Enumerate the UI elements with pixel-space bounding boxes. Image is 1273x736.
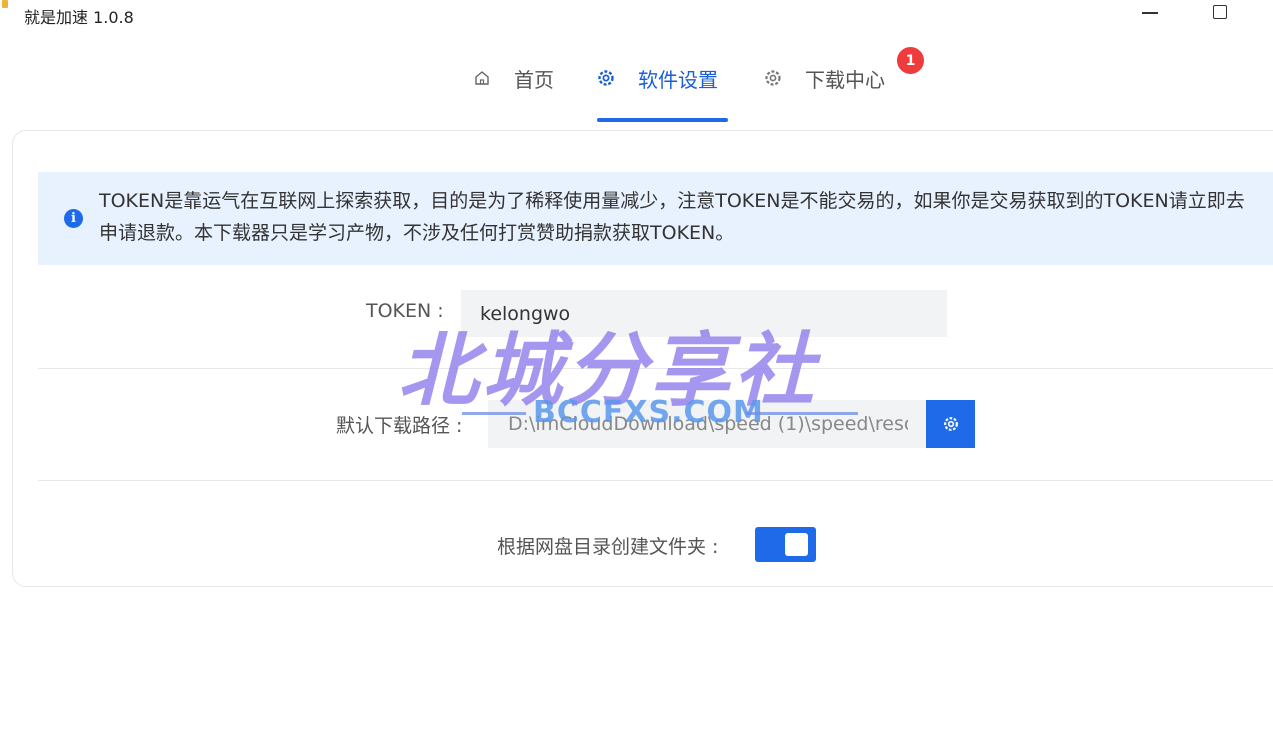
tab-label: 首页 bbox=[514, 68, 554, 92]
tab-label: 软件设置 bbox=[638, 68, 718, 92]
tab-settings[interactable]: 软件设置 bbox=[596, 58, 718, 124]
tab-bar: 首页 软件设置 下载中心 bbox=[0, 58, 1273, 124]
tab-label: 下载中心 bbox=[805, 68, 885, 92]
divider bbox=[38, 480, 1273, 481]
toggle-knob bbox=[785, 533, 808, 556]
create-folder-label: 根据网盘目录创建文件夹 : bbox=[497, 536, 719, 558]
tab-download[interactable]: 下载中心 bbox=[763, 58, 885, 124]
create-folder-toggle[interactable] bbox=[755, 527, 816, 562]
minimize-icon[interactable] bbox=[1142, 12, 1158, 14]
notice-text: TOKEN是靠运气在互联网上探索获取，目的是为了稀释使用量减少，注意TOKEN是… bbox=[99, 190, 1245, 244]
info-icon: i bbox=[64, 209, 83, 228]
window-title: 就是加速 1.0.8 bbox=[24, 8, 134, 27]
gear-icon bbox=[942, 415, 960, 433]
gear-icon bbox=[763, 68, 783, 88]
notice-banner: i TOKEN是靠运气在互联网上探索获取，目的是为了稀释使用量减少，注意TOKE… bbox=[38, 172, 1273, 265]
title-bar: 就是加速 1.0.8 bbox=[0, 0, 1273, 30]
notification-badge: 1 bbox=[895, 45, 926, 76]
active-tab-indicator bbox=[597, 118, 728, 122]
home-icon bbox=[472, 68, 492, 88]
maximize-icon[interactable] bbox=[1213, 5, 1227, 19]
choose-path-button[interactable] bbox=[926, 400, 975, 448]
tab-home[interactable]: 首页 bbox=[472, 58, 554, 124]
watermark-line bbox=[746, 412, 858, 415]
gear-icon bbox=[596, 68, 616, 88]
watermark-url: BCCFXS.COM bbox=[533, 395, 764, 430]
app-icon bbox=[2, 0, 8, 8]
watermark-line bbox=[462, 412, 526, 415]
